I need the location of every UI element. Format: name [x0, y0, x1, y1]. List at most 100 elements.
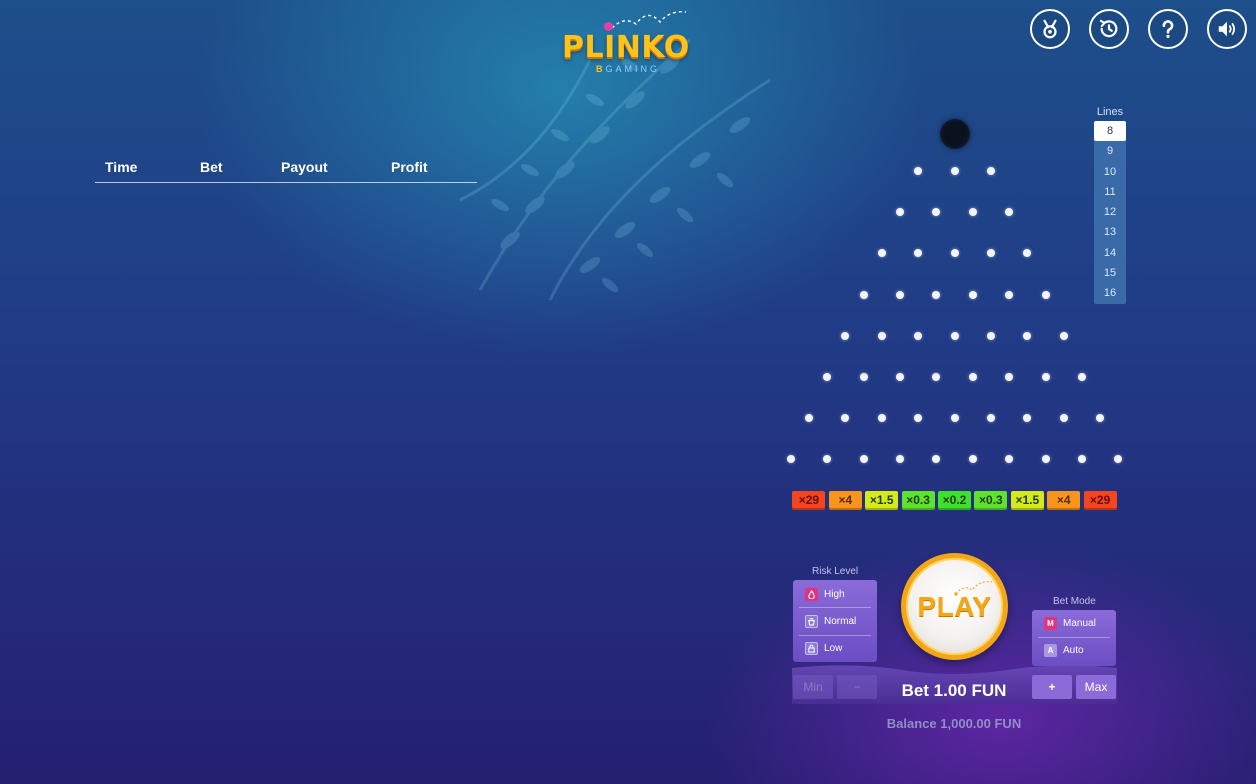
peg — [895, 455, 904, 464]
peg — [895, 208, 904, 217]
column-profit: Profit — [391, 159, 428, 175]
peg — [1077, 373, 1086, 381]
peg — [950, 249, 959, 258]
peg — [841, 331, 850, 340]
question-icon — [1162, 20, 1174, 38]
peg — [986, 249, 995, 258]
multiplier-bucket: ×1.5 — [1010, 491, 1044, 510]
peg — [877, 414, 886, 423]
peg — [1096, 414, 1105, 423]
peg — [1041, 290, 1050, 299]
risk-option-high[interactable]: High — [793, 581, 845, 608]
auto-key-icon: A — [1044, 644, 1057, 657]
peg — [1005, 208, 1014, 217]
risk-option-normal[interactable]: Normal — [793, 608, 856, 635]
column-time: Time — [105, 159, 138, 175]
medal-icon — [1043, 19, 1057, 39]
peg — [1059, 331, 1068, 340]
lines-option-16[interactable]: 16 — [1094, 283, 1126, 303]
balance-display: Balance 1,000.00 FUN — [886, 716, 1022, 731]
manual-key-icon: M — [1044, 617, 1057, 630]
peg — [932, 455, 941, 464]
risk-option-label: High — [824, 589, 845, 600]
bet-mode-title: Bet Mode — [1053, 596, 1096, 607]
risk-level-title: Risk Level — [812, 566, 859, 577]
ball-drop-hole — [940, 119, 970, 149]
bet-mode-label: Manual — [1063, 618, 1096, 629]
peg — [1005, 373, 1014, 381]
peg — [1077, 455, 1086, 464]
peg — [804, 414, 813, 423]
bet-mode-manual[interactable]: M Manual — [1032, 610, 1096, 637]
peg — [950, 331, 959, 340]
peg — [932, 290, 941, 299]
peg — [914, 331, 923, 340]
peg — [986, 414, 995, 423]
peg — [950, 167, 959, 175]
peg — [1005, 455, 1014, 464]
peg — [1023, 331, 1032, 340]
bet-decrease-button[interactable]: − — [837, 675, 877, 699]
peg — [914, 249, 923, 258]
bet-mode-label: Auto — [1063, 645, 1084, 656]
peg — [1041, 373, 1050, 381]
lines-option-14[interactable]: 14 — [1094, 243, 1126, 263]
achievements-button[interactable] — [1030, 9, 1070, 49]
peg — [841, 414, 850, 423]
peg — [932, 208, 941, 217]
peg — [968, 290, 977, 299]
bet-history-table: Time Bet Payout Profit — [95, 156, 477, 183]
peg — [1114, 455, 1123, 464]
peg — [1005, 290, 1014, 299]
lines-option-15[interactable]: 15 — [1094, 263, 1126, 283]
bet-amount: Bet 1.00 FUN — [901, 681, 1007, 700]
peg — [950, 414, 959, 423]
column-payout: Payout — [281, 159, 328, 175]
bet-min-button[interactable]: Min — [793, 675, 833, 699]
play-button[interactable]: PLAY — [901, 553, 1008, 660]
multiplier-bucket: ×4 — [828, 491, 862, 510]
play-arc-decoration — [954, 581, 993, 596]
peg — [1059, 414, 1068, 423]
lines-option-12[interactable]: 12 — [1094, 202, 1126, 222]
plinko-logo: PLINKO BGAMING — [560, 10, 700, 80]
bet-max-button[interactable]: Max — [1076, 675, 1116, 699]
peg — [986, 331, 995, 340]
risk-level-panel: High Normal Low — [793, 580, 877, 662]
lines-option-10[interactable]: 10 — [1094, 162, 1126, 182]
lines-selector[interactable]: 8 9 10 11 12 13 14 15 16 — [1094, 121, 1126, 304]
multiplier-bucket: ×29 — [1083, 491, 1117, 510]
lines-option-13[interactable]: 13 — [1094, 222, 1126, 242]
peg — [877, 331, 886, 340]
history-button[interactable] — [1089, 9, 1129, 49]
lines-option-9[interactable]: 9 — [1094, 141, 1126, 161]
sound-button[interactable] — [1207, 9, 1247, 49]
bet-increase-button[interactable]: + — [1032, 675, 1072, 699]
pot-icon — [805, 615, 818, 628]
multiplier-bucket: ×1.5 — [865, 491, 899, 510]
peg — [1041, 455, 1050, 464]
risk-option-label: Low — [824, 643, 843, 654]
speaker-icon — [1218, 21, 1236, 37]
peg — [895, 373, 904, 381]
peg — [786, 455, 795, 464]
logo-title: PLINKO — [562, 30, 690, 65]
peg — [986, 167, 995, 175]
peg — [859, 290, 868, 299]
multiplier-bucket: ×0.3 — [901, 491, 935, 510]
peg — [968, 373, 977, 381]
peg — [932, 373, 941, 381]
multiplier-bucket: ×0.3 — [974, 491, 1008, 510]
multiplier-bucket: ×4 — [1047, 491, 1081, 510]
help-button[interactable] — [1148, 9, 1188, 49]
peg — [877, 249, 886, 258]
lines-option-11[interactable]: 11 — [1094, 182, 1126, 202]
lines-option-8[interactable]: 8 — [1094, 121, 1126, 142]
multiplier-bucket: ×0.2 — [938, 491, 971, 510]
peg — [859, 373, 868, 381]
peg — [823, 455, 832, 464]
peg — [968, 455, 977, 464]
logo-subtitle: BGAMING — [596, 64, 661, 74]
peg — [1023, 414, 1032, 423]
risk-option-label: Normal — [824, 616, 857, 627]
